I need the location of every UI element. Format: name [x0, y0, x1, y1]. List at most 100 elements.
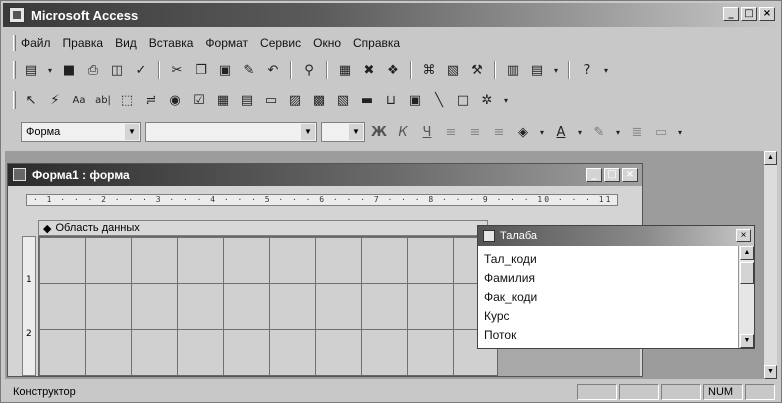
menu-insert[interactable]: Вставка: [149, 36, 194, 50]
save-icon[interactable]: ■: [59, 60, 79, 80]
chevron-down-icon[interactable]: ▾: [551, 60, 561, 80]
toolbar-options-icon[interactable]: ▾: [601, 60, 611, 80]
list-item[interactable]: Курс: [484, 307, 748, 326]
align-center-icon[interactable]: ≡: [465, 122, 485, 142]
toolbar-options-icon[interactable]: ▾: [501, 90, 511, 110]
list-item[interactable]: Тал_коди: [484, 250, 748, 269]
detail-section-bar[interactable]: ◆ Область данных: [38, 220, 488, 236]
list-item[interactable]: Фамилия: [484, 269, 748, 288]
print-icon[interactable]: ⎙: [83, 60, 103, 80]
close-button[interactable]: ×: [759, 7, 775, 21]
database-window-icon[interactable]: ▥: [503, 60, 523, 80]
line-color-icon[interactable]: ✎: [589, 122, 609, 142]
special-effect-icon[interactable]: ▭: [651, 122, 671, 142]
form-icon[interactable]: [13, 168, 26, 181]
chevron-down-icon[interactable]: ▼: [125, 124, 139, 140]
properties-icon[interactable]: ▧: [443, 60, 463, 80]
minimize-button[interactable]: _: [723, 7, 739, 21]
check-box-icon[interactable]: ☑: [189, 90, 209, 110]
subform-icon[interactable]: ▣: [405, 90, 425, 110]
vertical-ruler[interactable]: 1 2: [22, 236, 36, 376]
scroll-down-icon[interactable]: ▼: [740, 334, 754, 348]
underline-button[interactable]: Ч: [417, 122, 437, 142]
align-right-icon[interactable]: ≡: [489, 122, 509, 142]
font-name-combo[interactable]: ▼: [145, 122, 317, 142]
font-size-combo[interactable]: ▼: [321, 122, 365, 142]
preview-icon[interactable]: ◫: [107, 60, 127, 80]
fill-color-icon[interactable]: ◈: [513, 122, 533, 142]
font-color-icon[interactable]: A: [551, 122, 571, 142]
italic-button[interactable]: К: [393, 122, 413, 142]
menu-edit[interactable]: Правка: [63, 36, 104, 50]
restore-button[interactable]: □: [604, 168, 620, 182]
horizontal-ruler[interactable]: · 1 · · · 2 · · · 3 · · · 4 · · · 5 · · …: [26, 194, 618, 206]
form-window-title-bar[interactable]: Форма1 : форма _ □ ×: [8, 164, 642, 186]
autoformat-icon[interactable]: ❖: [383, 60, 403, 80]
object-combo[interactable]: Форма ▼: [21, 122, 141, 142]
build-icon[interactable]: ⚒: [467, 60, 487, 80]
menu-window[interactable]: Окно: [313, 36, 341, 50]
chevron-down-icon[interactable]: ▼: [301, 124, 315, 140]
menu-grip[interactable]: [13, 35, 16, 51]
scroll-down-icon[interactable]: ▼: [764, 365, 777, 379]
menu-view[interactable]: Вид: [115, 36, 137, 50]
undo-icon[interactable]: ↶: [263, 60, 283, 80]
rectangle-icon[interactable]: □: [453, 90, 473, 110]
align-left-icon[interactable]: ≡: [441, 122, 461, 142]
new-object-icon[interactable]: ▤: [527, 60, 547, 80]
chevron-down-icon[interactable]: ▼: [349, 124, 363, 140]
chevron-down-icon[interactable]: ▾: [575, 122, 585, 142]
minimize-button[interactable]: _: [586, 168, 602, 182]
line-width-icon[interactable]: ≣: [627, 122, 647, 142]
menu-format[interactable]: Формат: [205, 36, 248, 50]
control-wizards-icon[interactable]: ⚡: [45, 90, 65, 110]
mdi-vertical-scrollbar[interactable]: ▲ ▼: [763, 151, 777, 379]
list-item[interactable]: Поток: [484, 326, 748, 345]
command-button-icon[interactable]: ▭: [261, 90, 281, 110]
option-button-icon[interactable]: ◉: [165, 90, 185, 110]
toggle-button-icon[interactable]: ≓: [141, 90, 161, 110]
scroll-up-icon[interactable]: ▲: [740, 246, 754, 260]
menu-help[interactable]: Справка: [353, 36, 400, 50]
list-box-icon[interactable]: ▤: [237, 90, 257, 110]
chevron-down-icon[interactable]: ▾: [613, 122, 623, 142]
toolbar-grip[interactable]: [13, 91, 16, 109]
help-icon[interactable]: ?: [577, 60, 597, 80]
paste-icon[interactable]: ▣: [215, 60, 235, 80]
page-break-icon[interactable]: ▬: [357, 90, 377, 110]
field-list-scrollbar[interactable]: ▲ ▼: [738, 246, 754, 348]
chevron-down-icon[interactable]: ▾: [537, 122, 547, 142]
chevron-down-icon[interactable]: ▾: [45, 60, 55, 80]
code-icon[interactable]: ⌘: [419, 60, 439, 80]
more-controls-icon[interactable]: ✲: [477, 90, 497, 110]
combo-box-icon[interactable]: ▦: [213, 90, 233, 110]
close-button[interactable]: ×: [622, 168, 638, 182]
line-icon[interactable]: ╲: [429, 90, 449, 110]
design-grid[interactable]: [38, 236, 498, 376]
view-icon[interactable]: ▤: [21, 60, 41, 80]
scroll-thumb[interactable]: [740, 262, 754, 284]
toolbar-grip[interactable]: [13, 61, 16, 79]
access-app-icon[interactable]: [9, 7, 25, 23]
option-group-icon[interactable]: ⬚: [117, 90, 137, 110]
list-item[interactable]: Фак_коди: [484, 288, 748, 307]
cut-icon[interactable]: ✂: [167, 60, 187, 80]
textbox-icon[interactable]: ab|: [93, 90, 113, 110]
format-painter-icon[interactable]: ✎: [239, 60, 259, 80]
unbound-object-icon[interactable]: ▩: [309, 90, 329, 110]
bound-object-icon[interactable]: ▧: [333, 90, 353, 110]
spell-icon[interactable]: ✓: [131, 60, 151, 80]
toolbar-options-icon[interactable]: ▾: [675, 122, 685, 142]
toolbox-icon[interactable]: ✖: [359, 60, 379, 80]
label-icon[interactable]: Aa: [69, 90, 89, 110]
field-list-icon[interactable]: ▦: [335, 60, 355, 80]
menu-file[interactable]: Файл: [21, 36, 51, 50]
copy-icon[interactable]: ❐: [191, 60, 211, 80]
bold-button[interactable]: Ж: [369, 122, 389, 142]
menu-tools[interactable]: Сервис: [260, 36, 301, 50]
insert-hyperlink-icon[interactable]: ⚲: [299, 60, 319, 80]
restore-button[interactable]: □: [741, 7, 757, 21]
close-button[interactable]: ×: [736, 229, 751, 242]
tab-control-icon[interactable]: ⊔: [381, 90, 401, 110]
scroll-up-icon[interactable]: ▲: [764, 151, 777, 165]
